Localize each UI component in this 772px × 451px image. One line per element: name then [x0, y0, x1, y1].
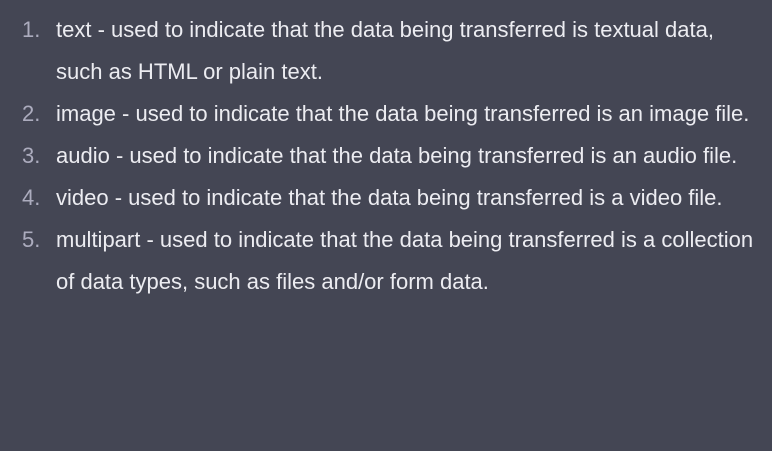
list-item-number: 2.: [22, 101, 41, 126]
list-item: 5. multipart - used to indicate that the…: [0, 219, 772, 303]
list-item-number: 5.: [22, 227, 41, 252]
list-item: 2. image - used to indicate that the dat…: [0, 93, 772, 135]
list-item-text: multipart - used to indicate that the da…: [56, 227, 754, 294]
list-item: 1. text - used to indicate that the data…: [0, 9, 772, 93]
list-item: 4. video - used to indicate that the dat…: [0, 177, 772, 219]
list-item-text: audio - used to indicate that the data b…: [56, 143, 738, 168]
message-content: 1. text - used to indicate that the data…: [0, 0, 772, 451]
ordered-list: 1. text - used to indicate that the data…: [0, 9, 772, 303]
list-item-number: 4.: [22, 185, 41, 210]
list-item-number: 3.: [22, 143, 41, 168]
list-item-number: 1.: [22, 17, 41, 42]
list-item-text: text - used to indicate that the data be…: [56, 17, 714, 84]
list-item-text: image - used to indicate that the data b…: [56, 101, 750, 126]
list-item: 3. audio - used to indicate that the dat…: [0, 135, 772, 177]
list-item-text: video - used to indicate that the data b…: [56, 185, 723, 210]
